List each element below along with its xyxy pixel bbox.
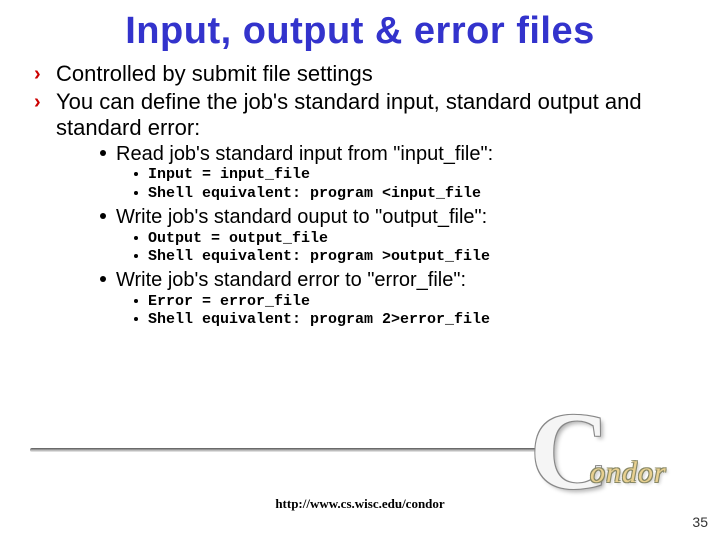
small-dot-icon: [134, 299, 138, 303]
sub-1: Read job's standard input from "input_fi…: [100, 143, 690, 204]
dot-icon: [100, 150, 106, 156]
logo-c: C: [530, 388, 609, 515]
sub-1-text: Read job's standard input from "input_fi…: [116, 143, 493, 165]
level1-list: › Controlled by submit file settings › Y…: [30, 61, 690, 330]
footer-url: http://www.cs.wisc.edu/condor: [275, 496, 444, 512]
code-line: Shell equivalent: program <input_file: [134, 185, 690, 204]
level2-list: Read job's standard input from "input_fi…: [56, 143, 690, 330]
code-text: Output = output_file: [148, 230, 328, 247]
condor-logo: C ondor: [536, 412, 696, 522]
small-dot-icon: [134, 191, 138, 195]
code-line: Shell equivalent: program 2>error_file: [134, 311, 690, 330]
code-text: Input = input_file: [148, 166, 310, 183]
small-dot-icon: [134, 317, 138, 321]
small-dot-icon: [134, 172, 138, 176]
sub-3: Write job's standard error to "error_fil…: [100, 269, 690, 330]
level3-list: Error = error_file Shell equivalent: pro…: [116, 293, 690, 331]
small-dot-icon: [134, 254, 138, 258]
chevron-icon: ›: [34, 63, 41, 87]
dot-icon: [100, 276, 106, 282]
sub-2: Write job's standard ouput to "output_fi…: [100, 206, 690, 267]
bullet-1-text: Controlled by submit file settings: [56, 61, 373, 86]
code-line: Shell equivalent: program >output_file: [134, 248, 690, 267]
dot-icon: [100, 213, 106, 219]
slide-body: Input, output & error files › Controlled…: [0, 0, 720, 330]
divider-line: [30, 448, 540, 452]
bullet-2-text: You can define the job's standard input,…: [56, 89, 642, 140]
level3-list: Output = output_file Shell equivalent: p…: [116, 230, 690, 268]
chevron-icon: ›: [34, 91, 41, 115]
logo-word: ondor: [590, 456, 667, 490]
small-dot-icon: [134, 236, 138, 240]
bullet-2: › You can define the job's standard inpu…: [34, 89, 690, 330]
code-line: Input = input_file: [134, 166, 690, 185]
code-text: Shell equivalent: program <input_file: [148, 185, 481, 202]
code-line: Error = error_file: [134, 293, 690, 312]
code-text: Shell equivalent: program 2>error_file: [148, 311, 490, 328]
bullet-1: › Controlled by submit file settings: [34, 61, 690, 87]
sub-3-text: Write job's standard error to "error_fil…: [116, 269, 466, 291]
code-text: Shell equivalent: program >output_file: [148, 248, 490, 265]
slide-title: Input, output & error files: [30, 10, 690, 53]
code-line: Output = output_file: [134, 230, 690, 249]
page-number: 35: [692, 514, 708, 530]
code-text: Error = error_file: [148, 293, 310, 310]
sub-2-text: Write job's standard ouput to "output_fi…: [116, 206, 487, 228]
level3-list: Input = input_file Shell equivalent: pro…: [116, 166, 690, 204]
